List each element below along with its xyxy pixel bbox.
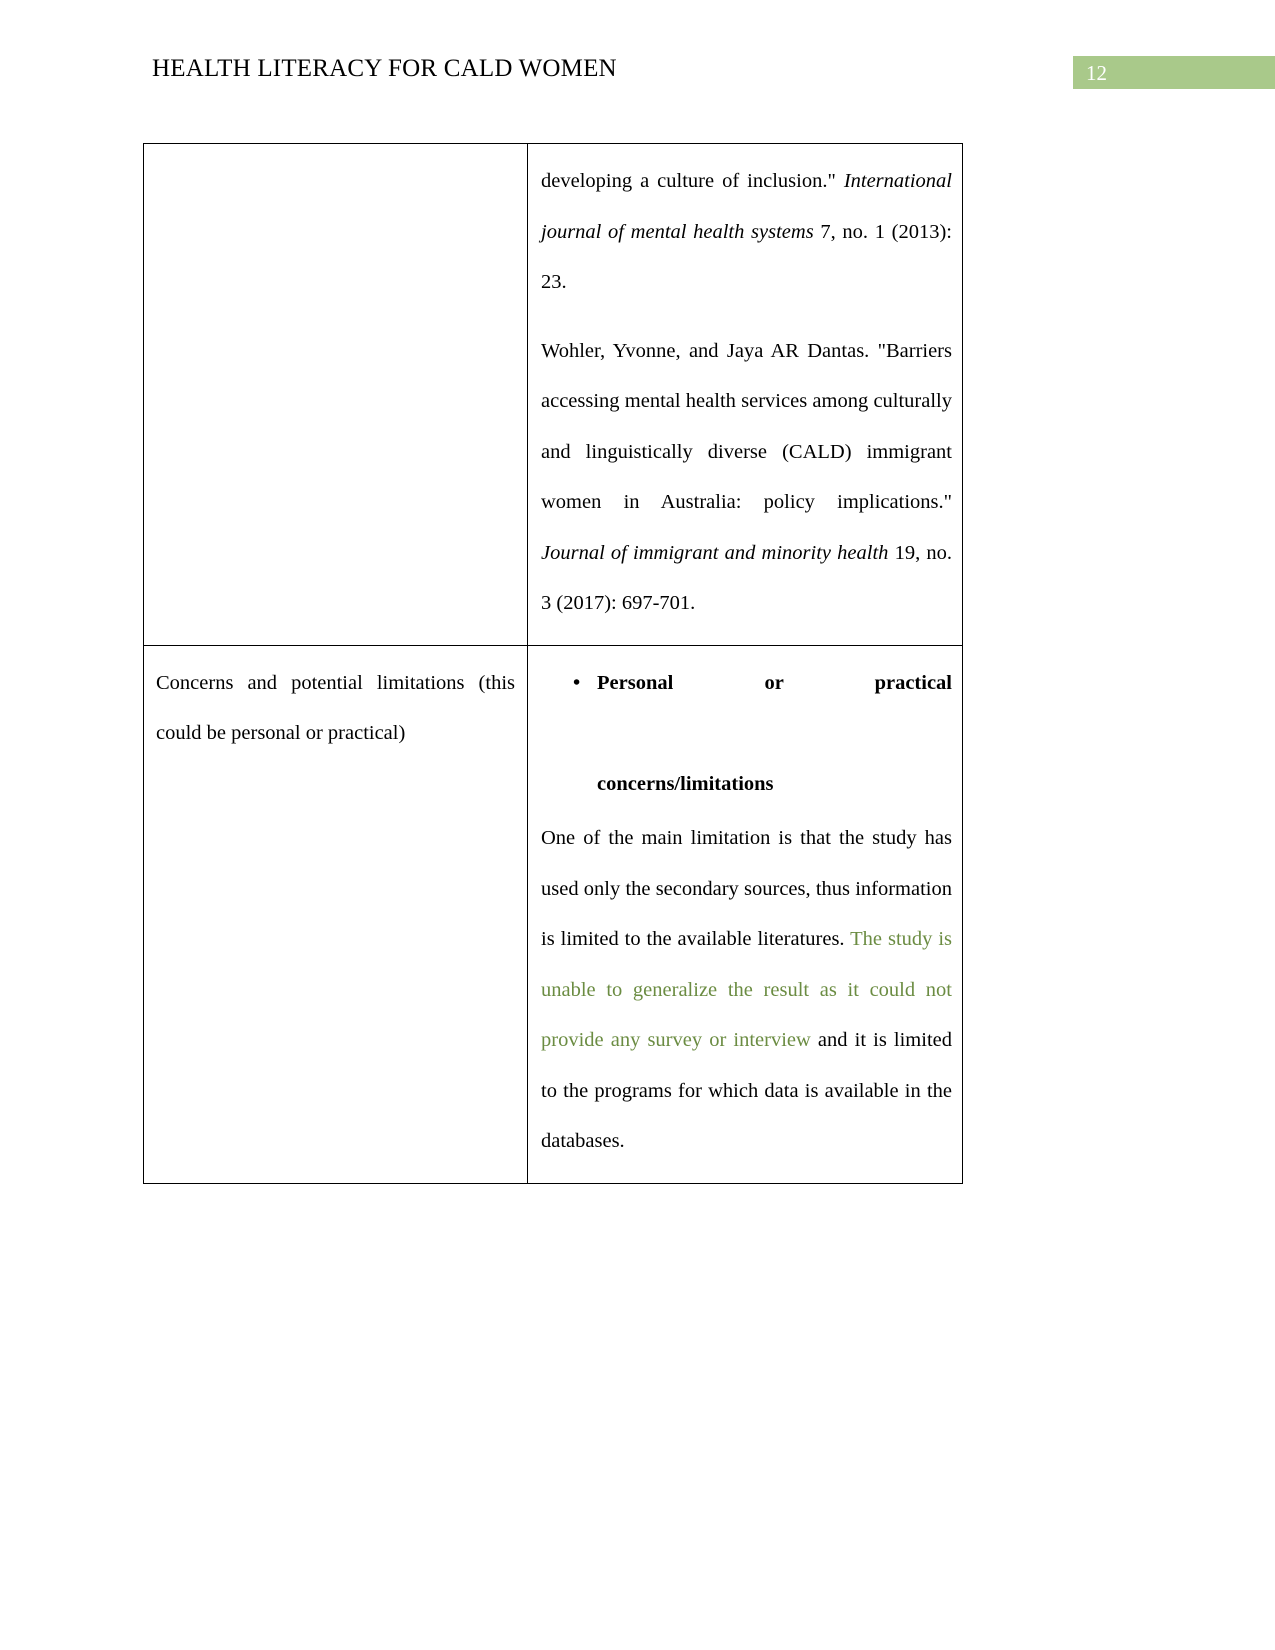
reference-entry-1: developing a culture of inclusion." Inte… (541, 156, 952, 308)
document-page: HEALTH LITERACY FOR CALD WOMEN 12 develo… (0, 0, 1275, 1650)
table-row: developing a culture of inclusion." Inte… (143, 143, 963, 646)
prompt-text-empty (144, 144, 527, 170)
bullet-heading-line-2: concerns/limitations (597, 772, 774, 795)
bullet-heading-text: Personal or practical concerns/limitatio… (597, 658, 952, 810)
table-row: Concerns and potential limitations (this… (143, 644, 963, 1184)
content-table: developing a culture of inclusion." Inte… (143, 143, 963, 1184)
table-cell-prompt-empty (143, 143, 528, 646)
concerns-prompt-wrapper: Concerns and potential limitations (this… (144, 646, 527, 773)
concerns-answer-content: • Personal or practical concerns/limitat… (528, 646, 962, 1183)
bullet-point-icon: • (573, 671, 581, 694)
table-cell-references: developing a culture of inclusion." Inte… (527, 143, 963, 646)
concerns-heading-list: • Personal or practical concerns/limitat… (541, 658, 952, 810)
list-item: • Personal or practical concerns/limitat… (541, 658, 952, 810)
bullet-heading-line-1: Personal or practical (597, 671, 952, 694)
table-cell-concerns-prompt: Concerns and potential limitations (this… (143, 644, 528, 1184)
reference-entry-2: Wohler, Yvonne, and Jaya AR Dantas. "Bar… (541, 326, 952, 629)
concerns-body-paragraph: One of the main limitation is that the s… (541, 813, 952, 1167)
page-number: 12 (1086, 61, 1107, 85)
reference-1-part-1: developing a culture of inclusion." (541, 170, 844, 192)
table-cell-concerns-answer: • Personal or practical concerns/limitat… (527, 644, 963, 1184)
reference-2-part-1: Wohler, Yvonne, and Jaya AR Dantas. "Bar… (541, 339, 952, 514)
references-content: developing a culture of inclusion." Inte… (528, 144, 962, 645)
reference-2-journal-title: Journal of immigrant and minority health (541, 541, 889, 564)
concerns-prompt-text: Concerns and potential limitations (this… (156, 671, 515, 745)
page-title: HEALTH LITERACY FOR CALD WOMEN (152, 55, 617, 82)
